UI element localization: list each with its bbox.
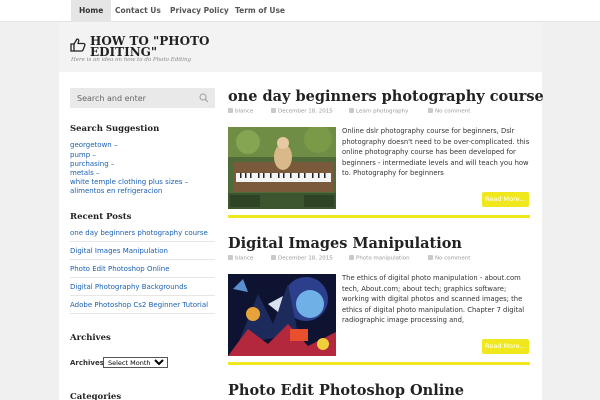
nav-term-of-use[interactable]: Term of Use: [235, 0, 285, 22]
divider: [70, 259, 215, 260]
post-excerpt: Online dslr photography course for begin…: [342, 127, 530, 178]
post-author-text[interactable]: blance: [235, 109, 253, 115]
folder-icon: [349, 255, 354, 260]
post-comments[interactable]: No comment: [428, 255, 470, 262]
post-title[interactable]: Photo Edit Photoshop Online: [228, 382, 464, 399]
suggestion-text[interactable]: alimentos en refrigeracion: [70, 187, 162, 195]
suggestion-link[interactable]: pump –: [70, 151, 96, 159]
divider: [70, 295, 215, 296]
archives-select[interactable]: Select Month: [103, 357, 168, 368]
suggestion-separator: –: [108, 160, 115, 168]
recent-posts-title: Recent Posts: [70, 212, 132, 222]
search-box: [70, 88, 215, 108]
folder-icon: [349, 108, 354, 113]
search-icon[interactable]: [199, 93, 209, 103]
recent-post-link[interactable]: Digital Photography Backgrounds: [70, 283, 187, 291]
user-icon: [228, 255, 233, 260]
recent-post-link[interactable]: Photo Edit Photoshop Online: [70, 265, 170, 273]
post-category-text[interactable]: Learn photography: [356, 109, 408, 115]
archives-label: Archives: [70, 359, 104, 367]
search-input[interactable]: [70, 88, 200, 108]
suggestion-link[interactable]: purchasing –: [70, 160, 114, 168]
archives-title: Archives: [70, 333, 111, 343]
post-divider: [228, 362, 530, 365]
suggestion-link[interactable]: georgetown –: [70, 141, 117, 149]
read-more-button[interactable]: Read More...: [482, 339, 529, 354]
post-date-text: December 18, 2015: [278, 108, 333, 115]
post-comments[interactable]: No comment: [428, 108, 470, 115]
post-date: December 18, 2015: [271, 255, 333, 262]
divider: [70, 241, 215, 242]
search-suggestion-title: Search Suggestion: [70, 124, 160, 134]
post-date: December 18, 2015: [271, 108, 333, 115]
user-icon: [228, 108, 233, 113]
categories-title: Categories: [70, 392, 122, 400]
read-more-button[interactable]: Read More...: [482, 192, 529, 207]
recent-post-link[interactable]: Adobe Photoshop Cs2 Beginner Tutorial: [70, 301, 208, 309]
post-author[interactable]: blance: [228, 108, 253, 115]
site-tagline: Here is an idea on how to do Photo Editi…: [71, 57, 192, 63]
recent-post-link[interactable]: Digital Images Manipulation: [70, 247, 168, 255]
post-divider: [228, 215, 530, 218]
nav-home[interactable]: Home: [71, 0, 112, 22]
suggestion-separator: –: [90, 151, 96, 159]
post-author-text[interactable]: blance: [235, 256, 253, 262]
post-thumbnail-manipulation[interactable]: [228, 274, 336, 356]
suggestion-link[interactable]: white temple clothing plus sizes –: [70, 178, 188, 186]
nav-privacy-policy[interactable]: Privacy Policy: [170, 0, 229, 22]
divider: [70, 277, 215, 278]
suggestion-text[interactable]: pump: [70, 151, 90, 159]
post-date-text: December 18, 2015: [278, 255, 333, 262]
post-comments-text[interactable]: No comment: [435, 256, 470, 262]
suggestion-separator: –: [111, 141, 118, 149]
suggestion-text[interactable]: metals: [70, 169, 94, 177]
post-thumbnail-photography[interactable]: [228, 127, 336, 209]
suggestion-separator: –: [182, 178, 189, 186]
post-category[interactable]: Photo manipulation: [349, 255, 410, 262]
comment-icon: [428, 108, 433, 113]
suggestion-text[interactable]: purchasing: [70, 160, 109, 168]
post-excerpt: The ethics of digital photo manipulation…: [342, 274, 525, 325]
site-title[interactable]: HOW TO "PHOTO EDITING": [90, 35, 230, 58]
nav-contact-us[interactable]: Contact Us: [115, 0, 161, 22]
suggestion-text[interactable]: white temple clothing plus sizes: [70, 178, 182, 186]
post-comments-text[interactable]: No comment: [435, 109, 470, 115]
post-title[interactable]: one day beginners photography course: [228, 88, 544, 105]
post-category[interactable]: Learn photography: [349, 108, 408, 115]
top-navigation: Home Contact Us Privacy Policy Term of U…: [0, 0, 600, 22]
suggestion-text[interactable]: georgetown: [70, 141, 112, 149]
post-author[interactable]: blance: [228, 255, 253, 262]
comment-icon: [428, 255, 433, 260]
post-category-text[interactable]: Photo manipulation: [356, 256, 410, 262]
suggestion-separator: –: [93, 169, 100, 177]
calendar-icon: [271, 108, 276, 113]
calendar-icon: [271, 255, 276, 260]
recent-post-link[interactable]: one day beginners photography course: [70, 229, 208, 237]
divider: [70, 313, 215, 314]
thumbs-up-icon: [70, 38, 86, 52]
suggestion-link[interactable]: metals –: [70, 169, 100, 177]
suggestion-link[interactable]: alimentos en refrigeracion: [70, 187, 162, 195]
site-header: HOW TO "PHOTO EDITING" Here is an idea o…: [59, 22, 542, 72]
post-title[interactable]: Digital Images Manipulation: [228, 235, 462, 252]
